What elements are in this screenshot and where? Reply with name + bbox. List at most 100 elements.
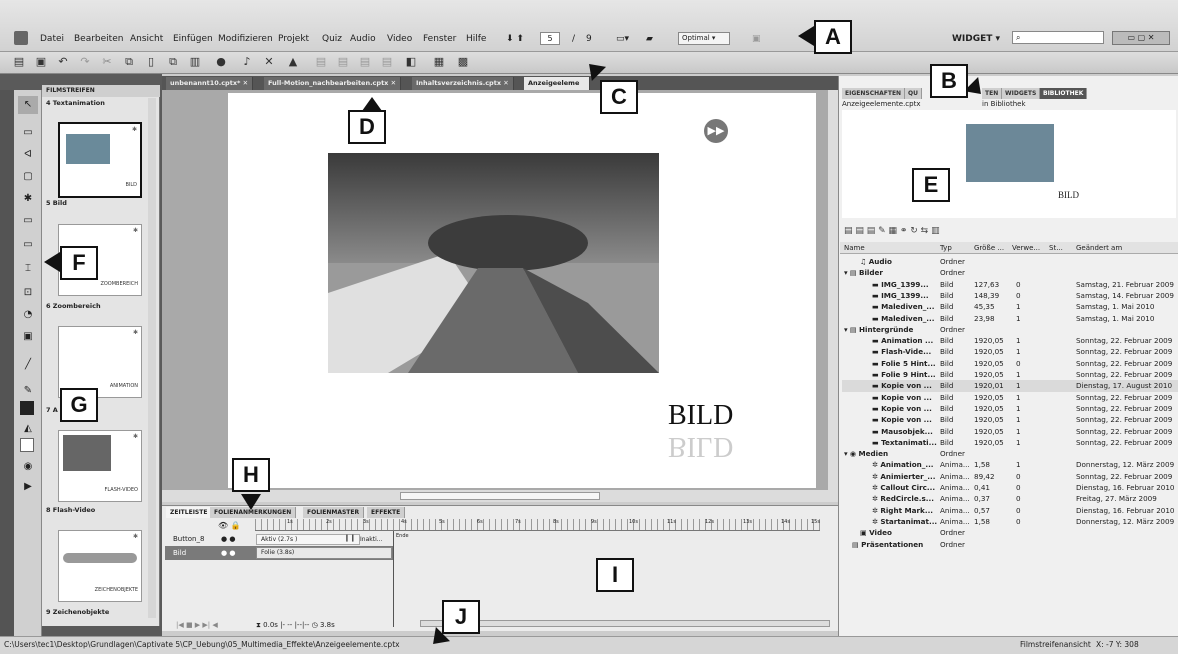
library-row[interactable]: ▣ Video Ordner [842,527,1178,538]
library-row[interactable]: ▬ Textanimati... Bild 1920,05 1 Sonntag, 22.… [842,437,1178,448]
tab-eigenschaften[interactable]: EIGENSCHAFTEN [842,88,906,99]
align-left-icon[interactable]: ◧ [404,55,418,69]
menu-einfuegen[interactable]: Einfügen [173,34,213,44]
col-date[interactable]: Geändert am [1076,243,1122,254]
eye-icon[interactable]: 👁 🔒 [218,521,241,530]
library-row[interactable]: ✲ Callout Circ... Anima... 0,41 0 Dienstag, … [842,482,1178,493]
record-icon[interactable]: ▣ [752,34,761,44]
rollover-tool-icon[interactable]: ᐊ [18,146,38,164]
folder-icon[interactable]: ▤ [12,55,26,69]
align4-icon[interactable]: ▤ [380,55,394,69]
select-tool-icon[interactable]: ↖ [18,96,38,114]
menu-video[interactable]: Video [387,34,412,44]
fill-color-swatch[interactable] [20,438,34,452]
copy-icon[interactable]: ⧉ [122,55,136,69]
slide-thumb-5[interactable]: BILD ✱ [58,122,142,198]
animation-tool-icon[interactable]: ◉ [18,458,38,476]
stroke-color-swatch[interactable] [20,401,34,415]
playhead-line[interactable] [393,531,394,627]
image-tool-icon[interactable]: ▣ [18,328,38,346]
col-name[interactable]: Name [844,243,865,254]
delete-icon[interactable]: ▥ [188,55,202,69]
play-button-icon[interactable]: ▶▶ [704,119,728,143]
undo-icon[interactable]: ↶ [56,55,70,69]
library-row[interactable]: ✲ Right Mark... Anima... 0,57 0 Dienstag, 16… [842,505,1178,516]
menu-hilfe[interactable]: Hilfe [466,34,486,44]
menu-datei[interactable]: Datei [40,34,64,44]
button-tool-icon[interactable]: ▭ [18,212,38,230]
tab-bibliothek[interactable]: BIBLIOTHEK [1040,88,1088,99]
align-icon[interactable]: ▤ [314,55,328,69]
preview-icon[interactable]: ▭▾ [616,34,629,44]
library-row[interactable]: ▬ Kopie von ... Bild 1920,05 1 Sonntag, 22. … [842,392,1178,403]
publish-icon[interactable]: ▰ [646,34,653,44]
library-row[interactable]: ▾ ◉ Medien Ordner [842,448,1178,459]
col-type[interactable]: Typ [940,243,952,254]
pencil-tool-icon[interactable]: ✎ [18,382,38,400]
timeline-ruler[interactable]: 1s 2s 3s 4s 5s 6s 7s 8s 9s 10s 11s 12s 1… [255,519,820,531]
textbox-tool-icon[interactable]: ▭ [18,236,38,254]
library-row[interactable]: ▾ ▤ Bilder Ordner [842,267,1178,278]
caption-tool-icon[interactable]: ▭ [18,124,38,142]
grid-icon[interactable]: ▦ [432,55,446,69]
mute-icon[interactable]: ✕ [262,55,276,69]
tab-inhaltsverzeichnis[interactable]: Inhaltsverzeichnis.cptx ✕ [412,77,514,90]
col-use[interactable]: Verwe... [1012,243,1040,254]
slide-number-input[interactable]: 5 [540,32,560,45]
library-row[interactable]: ▬ Flash-Vide... Bild 1920,05 1 Sonntag, 22. … [842,346,1178,357]
zoom-tool-icon[interactable]: ⊡ [18,284,38,302]
menu-quiz[interactable]: Quiz [322,34,342,44]
stage-vertical-scrollbar[interactable] [828,90,838,490]
zoom-select[interactable]: Optimal ▾ [678,32,730,45]
playback-controls[interactable]: |◀ ■ ▶ ▶| ◀ [176,621,218,629]
library-row[interactable]: ✲ Startanimat... Anima... 1,58 0 Donnerstag,… [842,516,1178,527]
bild-timeline-bar[interactable]: Folie (3.8s) [256,547,392,559]
library-row[interactable]: ▬ Folie 9 Hint... Bild 1920,05 1 Sonntag, 22… [842,369,1178,380]
align2-icon[interactable]: ▤ [336,55,350,69]
library-row[interactable]: ▬ Animation ... Bild 1920,05 1 Sonntag, 22. … [842,335,1178,346]
library-row[interactable]: ▤ Präsentationen Ordner [842,539,1178,550]
tab-widgets[interactable]: WIDGETS [1002,88,1041,99]
library-row[interactable]: ▬ Folie 5 Hint... Bild 1920,05 0 Sonntag, 22… [842,358,1178,369]
menu-modifizieren[interactable]: Modifizieren [218,34,273,44]
slide-thumb-9[interactable]: ZEICHENOBJEKTE ✱ [58,530,142,602]
menu-projekt[interactable]: Projekt [278,34,309,44]
library-row[interactable]: ▬ Malediven_... Bild 23,98 1 Samstag, 1. Mai… [842,313,1178,324]
library-row[interactable]: ▬ Kopie von ... Bild 1920,05 1 Sonntag, 22. … [842,414,1178,425]
paste-icon[interactable]: ▯ [144,55,158,69]
library-row[interactable]: ▬ IMG_1399... Bild 148,39 0 Samstag, 14. Feb… [842,290,1178,301]
audio-icon[interactable]: ♪ [240,55,254,69]
menu-fenster[interactable]: Fenster [423,34,456,44]
library-row[interactable]: ▬ Kopie von ... Bild 1920,05 1 Sonntag, 22. … [842,403,1178,414]
image-icon[interactable]: ▲ [286,55,300,69]
library-row[interactable]: ✲ RedCircle.s... Anima... 0,37 0 Freitag, 27… [842,493,1178,504]
nav-arrows-icon[interactable]: ⬇ ⬆ [506,34,524,44]
timeline-hscrollbar[interactable] [420,620,830,627]
menu-ansicht[interactable]: Ansicht [130,34,163,44]
library-row[interactable]: ✲ Animierter_... Anima... 89,42 0 Sonntag, 2… [842,471,1178,482]
slide-thumb-8[interactable]: FLASH-VIDEO ✱ [58,430,142,502]
library-row-selected[interactable]: ▬ Kopie von ... Bild 1920,01 1 Dienstag, 17.… [842,380,1178,392]
window-controls[interactable]: ▭ ▢ ✕ [1112,31,1170,45]
tab-quiz[interactable]: QU [905,88,922,99]
library-toolbar[interactable]: ▤ ▤ ▤ ✎ ▦ ⚭ ↻ ⇆ ▥ [844,226,940,236]
fill-tool-icon[interactable]: ◭ [18,420,38,438]
duplicate-icon[interactable]: ⧉ [166,55,180,69]
filmstrip-scrollbar[interactable] [148,98,156,618]
col-status[interactable]: St... [1049,243,1063,254]
tab-full-motion[interactable]: Full-Motion_nachbearbeiten.cptx ✕ [264,77,402,90]
library-row[interactable]: ▬ Malediven_... Bild 45,35 1 Samstag, 1. Mai… [842,301,1178,312]
slide-image[interactable] [328,153,659,373]
col-size[interactable]: Größe ... [974,243,1004,254]
highlight-tool-icon[interactable]: ▢ [18,168,38,186]
mouse-tool-icon[interactable]: ◔ [18,306,38,324]
click-tool-icon[interactable]: ✱ [18,190,38,208]
scroll-thumb[interactable] [400,492,600,500]
line-tool-icon[interactable]: ╱ [18,356,38,374]
video-tool-icon[interactable]: ▶ [18,478,38,496]
workspace-switcher[interactable]: WIDGET ▾ [952,34,1000,44]
align3-icon[interactable]: ▤ [358,55,372,69]
library-row[interactable]: ▬ Mausobjek... Bild 1920,05 1 Sonntag, 22. F… [842,426,1178,437]
tab-folienmaster[interactable]: FOLIENMASTER [303,507,365,518]
tab-effekte[interactable]: EFFEKTE [367,507,406,518]
